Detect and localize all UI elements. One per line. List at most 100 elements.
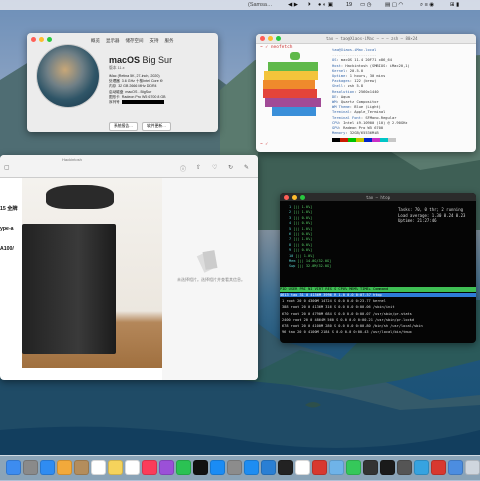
system-info: tao@Xiaos-iMac.local -------------------… xyxy=(332,48,410,145)
process-row[interactable]: 1 root 20 0 4300M 14724 S 0.0 0.0 0:23.7… xyxy=(282,299,386,303)
window-controls[interactable] xyxy=(260,36,281,41)
terminal-titlebar: tao — tao@Xiaos-iMac — ~ — zsh — 80×24 xyxy=(256,34,476,44)
cpu-meter: Mem [|| 14.0G/32.0G] xyxy=(289,259,332,263)
gamepad xyxy=(46,185,114,209)
wifi-icon[interactable]: ▤ ▢ ◠ xyxy=(385,2,403,8)
color-palette xyxy=(332,138,410,144)
dock-trash-icon[interactable] xyxy=(465,460,480,475)
no-selection-text: 未选择相片。选择相片并查看其信息。 xyxy=(177,277,245,282)
software-update-button[interactable]: 软件更新… xyxy=(141,122,171,131)
cpu-meter: 3 [|| 0.0%] xyxy=(289,215,313,220)
dock-activity-monitor-icon[interactable] xyxy=(363,460,378,475)
dock-launchpad-icon[interactable] xyxy=(23,460,38,475)
tasks-line: Tasks: 70, 0 thr; 2 running xyxy=(398,207,464,212)
share-icon[interactable]: ⇧ xyxy=(196,164,201,171)
search-icon[interactable]: ⌕ ≡ ◉ xyxy=(420,2,434,9)
control-icons[interactable]: ● ◐ ▣ xyxy=(318,2,333,8)
process-row[interactable]: 388 root 20 0 4136M 316 S 0.0 0.0 0:00.0… xyxy=(282,305,395,309)
process-row[interactable]: 4613 tao 31 0 4156M 3996 R 1.0 0.0 0:07.… xyxy=(280,293,476,297)
uptime-line: Uptime: 21:27:46 xyxy=(398,218,437,224)
skip-icon[interactable]: ⏵ xyxy=(308,2,311,9)
terminal-bottom-prompt[interactable]: ~ ✓ xyxy=(260,142,268,147)
dock-parallels-icon[interactable] xyxy=(312,460,327,475)
dock-terminal-icon[interactable] xyxy=(380,460,395,475)
tab-storage[interactable]: 储存空间 xyxy=(126,38,144,44)
htop-terminal-window: tao — htop 1 [|| 1.0%] 2 [|| 1.0%] 3 [|| 0… xyxy=(280,193,476,343)
favorite-icon[interactable]: ♡ xyxy=(212,164,217,171)
info-line: Memory: 32GB/65536MiB xyxy=(332,131,379,136)
terminal-prompt[interactable]: ~ ✓ neofetch xyxy=(260,45,293,50)
sidebar-toggle-icon[interactable]: ▢ xyxy=(4,164,10,171)
dock-wechat-icon[interactable] xyxy=(176,460,191,475)
process-row[interactable]: 670 root 20 0 4790M 684 S 0.0 0.0 0:00.0… xyxy=(282,312,412,316)
clipped-text-column: 15 全牌 ype-a A100/ xyxy=(0,199,18,259)
dock-terminal-alt-icon[interactable] xyxy=(278,460,293,475)
dock-facetime-icon[interactable] xyxy=(346,460,361,475)
rotate-icon[interactable]: ↻ xyxy=(228,164,233,171)
dock-calendar-icon[interactable] xyxy=(91,460,106,475)
minimize-button[interactable] xyxy=(39,37,44,42)
dock-finder-icon[interactable] xyxy=(6,460,21,475)
dock-podcasts-icon[interactable] xyxy=(159,460,174,475)
time-label[interactable]: 19 xyxy=(346,2,352,8)
process-table-header[interactable]: PID USER PRI NI VIRT RES S CPU% MEM% TIM… xyxy=(280,287,476,292)
about-buttons: 系统报告… 软件更新… xyxy=(109,122,171,131)
macos-logo xyxy=(37,45,99,107)
no-selection-icon xyxy=(196,250,218,273)
minimize-button[interactable] xyxy=(268,36,273,41)
process-row[interactable]: 2400 root 20 0 4864M 560 S 0.0 0.0 0:00.… xyxy=(282,318,414,322)
os-version: 版本 11.x xyxy=(109,66,125,70)
menubar-app-hint[interactable]: (Samsa… xyxy=(248,2,272,8)
dock-xcode-icon[interactable] xyxy=(244,460,259,475)
apple-ascii-logo xyxy=(263,52,321,116)
spec-list: iMac (Retina 5K, 27-inch, 2020) 处理器 3.6 … xyxy=(109,74,166,105)
edit-icon[interactable]: ✎ xyxy=(244,164,249,171)
computer-case-photo[interactable] xyxy=(22,178,162,368)
dock-vscode-icon[interactable] xyxy=(261,460,276,475)
dock-netease-music-icon[interactable] xyxy=(431,460,446,475)
dock-photos-icon[interactable] xyxy=(57,460,72,475)
zoom-button[interactable] xyxy=(276,36,281,41)
cpu-meter: 7 [|| 1.0%] xyxy=(289,237,313,242)
dock-appletv-icon[interactable] xyxy=(193,460,208,475)
window-controls[interactable] xyxy=(31,37,52,42)
close-button[interactable] xyxy=(31,37,36,42)
menu-bar: (Samsa… ◀ ▶ ⏵ ● ◐ ▣ 19 ▭ ◷ ▤ ▢ ◠ ⌕ ≡ ◉ ⊞… xyxy=(0,0,480,10)
tab-support[interactable]: 支持 xyxy=(150,38,159,44)
tab-displays[interactable]: 显示器 xyxy=(106,38,120,44)
dock-appstore-icon[interactable] xyxy=(210,460,225,475)
tab-service[interactable]: 服务 xyxy=(165,38,174,44)
htop-titlebar: tao — htop xyxy=(280,193,476,201)
dock-reminders-icon[interactable] xyxy=(125,460,140,475)
dock-telegram-icon[interactable] xyxy=(414,460,429,475)
dock xyxy=(0,455,480,481)
control-center-icon[interactable]: ⊞ ▮ xyxy=(450,2,459,8)
htop-title: tao — htop xyxy=(365,194,391,200)
about-this-mac-window: 概览 显示器 储存空间 支持 服务 macOS Big Sur 版本 11.x … xyxy=(27,33,218,132)
dock-music-icon[interactable] xyxy=(142,460,157,475)
cpu-meter: 2 [|| 1.0%] xyxy=(289,210,313,215)
cpu-meter: 5 [|| 1.0%] xyxy=(289,226,313,231)
play-icon[interactable]: ◀ ▶ xyxy=(288,2,298,8)
battery-icon[interactable]: ▭ ◷ xyxy=(360,2,372,8)
dock-notion-icon[interactable] xyxy=(295,460,310,475)
neofetch-terminal-window: tao — tao@Xiaos-iMac — ~ — zsh — 80×24 ~… xyxy=(256,34,476,152)
tab-overview[interactable]: 概览 xyxy=(91,38,100,44)
cpu-meter: 8 [|| 0.0%] xyxy=(289,242,313,247)
dock-contacts-icon[interactable] xyxy=(74,460,89,475)
dock-safari-icon[interactable] xyxy=(40,460,55,475)
preview-filename: Hackintosh xyxy=(62,157,82,162)
process-row[interactable]: 96 tao 20 0 4100M 2184 S 0.0 0.0 0:00.43… xyxy=(282,330,412,334)
info-icon[interactable]: ⓘ xyxy=(180,164,186,173)
cpu-meter: 10 [|| 1.0%] xyxy=(289,253,315,258)
system-report-button[interactable]: 系统报告… xyxy=(109,122,138,131)
zoom-button[interactable] xyxy=(47,37,52,42)
dock-downloads-icon[interactable] xyxy=(448,460,463,475)
process-row[interactable]: 678 root 20 0 4100M 280 S 0.0 0.0 0:00.8… xyxy=(282,324,423,328)
close-button[interactable] xyxy=(260,36,265,41)
clipped-text: ype-a xyxy=(0,226,14,232)
dock-mindnode-icon[interactable] xyxy=(329,460,344,475)
dock-notes-icon[interactable] xyxy=(108,460,123,475)
dock-system-preferences-icon[interactable] xyxy=(227,460,242,475)
dock-calculator-icon[interactable] xyxy=(397,460,412,475)
